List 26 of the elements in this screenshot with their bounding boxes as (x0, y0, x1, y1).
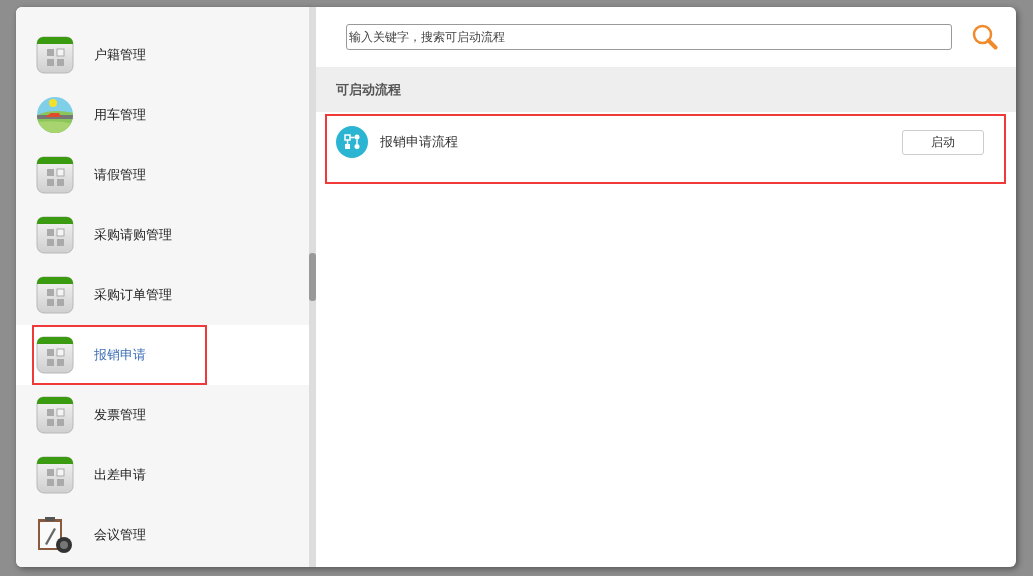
app-icon (36, 396, 74, 434)
search-icon[interactable] (972, 24, 998, 50)
sidebar-item[interactable]: 请假管理 (16, 145, 309, 205)
section-title: 可启动流程 (336, 80, 401, 99)
search-field[interactable]: 输入关键字，搜索可启动流程 (346, 24, 952, 50)
app-icon (36, 36, 74, 74)
flow-icon (336, 126, 368, 158)
process-name: 报销申请流程 (380, 133, 459, 151)
scrollbar[interactable] (309, 7, 316, 567)
app-icon (36, 156, 74, 194)
sidebar-item[interactable]: 会议管理 (16, 505, 309, 565)
clipboard-icon (36, 516, 74, 554)
app-icon (36, 456, 74, 494)
car-icon (36, 96, 74, 134)
sidebar-item[interactable]: 出差申请 (16, 445, 309, 505)
app-icon (36, 336, 74, 374)
app-icon (36, 276, 74, 314)
sidebar-item[interactable]: 报销申请 (16, 325, 309, 385)
scrollbar-thumb[interactable] (309, 253, 316, 301)
sidebar-item[interactable]: 用车管理 (16, 85, 309, 145)
sidebar-item[interactable]: 发票管理 (16, 385, 309, 445)
sidebar-item[interactable]: 户籍管理 (16, 25, 309, 85)
sidebar-item[interactable]: 采购订单管理 (16, 265, 309, 325)
sidebar-item[interactable]: 采购请购管理 (16, 205, 309, 265)
app-icon (36, 216, 74, 254)
start-button[interactable]: 启动 (902, 130, 984, 155)
